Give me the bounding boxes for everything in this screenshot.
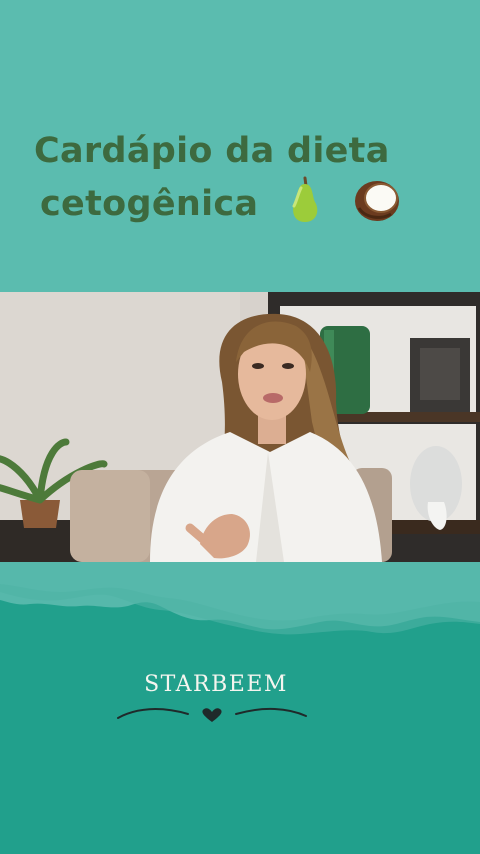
video-frame[interactable] [0,292,480,562]
page-title: Cardápio da dieta cetogênica [34,128,454,236]
video-still [0,292,480,562]
title-line-2-text: cetogênica [40,184,259,224]
title-line-2: cetogênica [34,174,454,236]
brand-name: STARBEEM [144,672,288,697]
pear-icon [283,174,327,236]
mountain-wave-divider [0,562,480,682]
title-line-1: Cardápio da dieta [34,131,390,171]
brand-logo: STARBEEM [0,672,480,697]
coconut-icon [351,174,403,236]
heart-flourish-icon [117,707,307,722]
